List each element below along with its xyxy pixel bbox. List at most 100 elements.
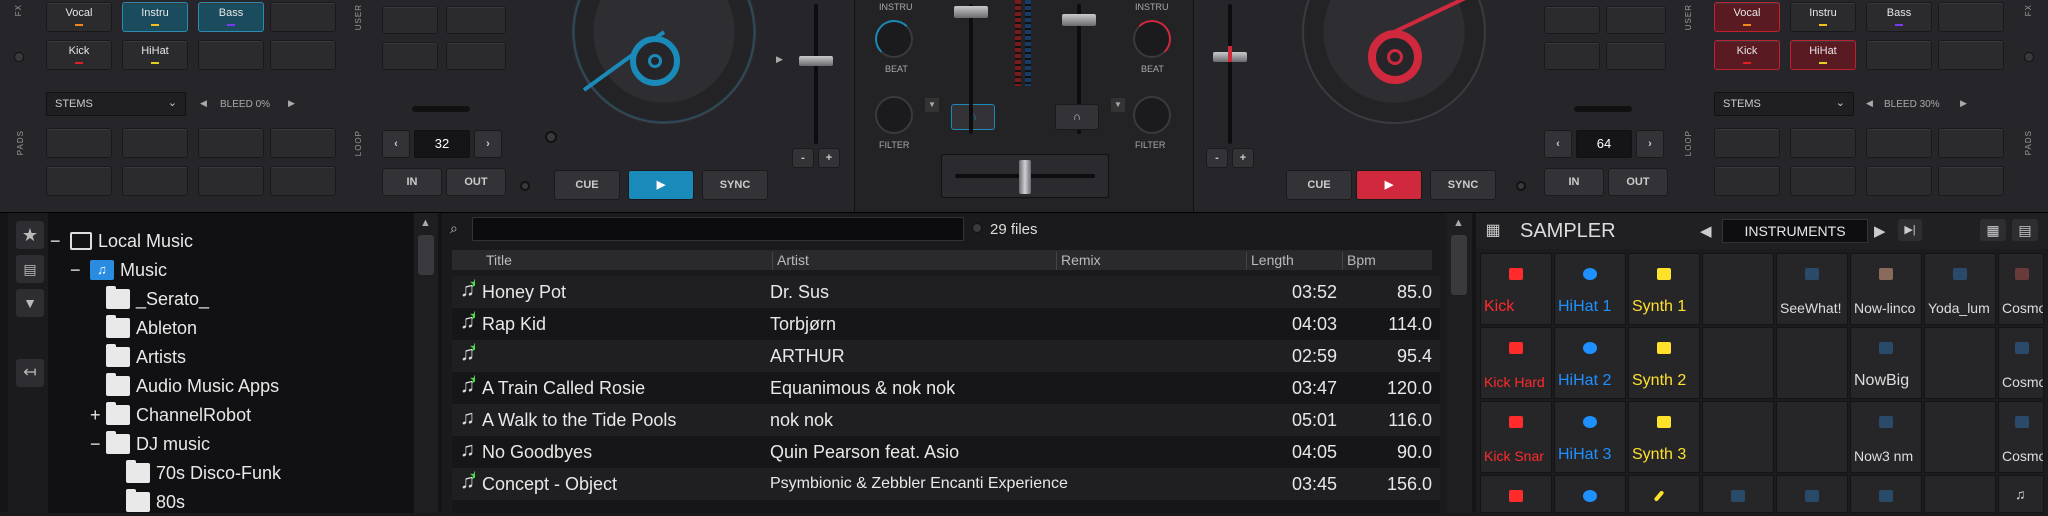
stem-pad-kick[interactable]: Kick	[1714, 40, 1780, 70]
loop-double-button[interactable]: ›	[1636, 130, 1664, 158]
performance-pad[interactable]	[46, 166, 112, 196]
stem-pad-vocal[interactable]: Vocal	[46, 2, 112, 32]
stem-pad-bass[interactable]: Bass	[198, 2, 264, 32]
tree-item[interactable]: 70s Disco-Funk	[126, 459, 281, 487]
sample-pad[interactable]	[1554, 475, 1626, 513]
stem-pad-instru[interactable]: Instru	[122, 2, 188, 32]
empty-pad[interactable]	[1938, 2, 2004, 32]
sample-pad[interactable]: NowBig	[1850, 327, 1922, 399]
user-pad[interactable]	[446, 42, 506, 70]
sample-pad[interactable]	[1702, 253, 1774, 325]
right-settings-dot-icon[interactable]	[1516, 181, 1526, 191]
sample-pad[interactable]	[1628, 475, 1700, 513]
bleed-left-arrow-icon[interactable]: ◀	[200, 98, 207, 109]
left-stems-dropdown[interactable]: STEMS ⌄	[46, 92, 186, 116]
tree-item[interactable]: − ♫ Music	[70, 256, 167, 284]
bleed-left-arrow-icon[interactable]: ◀	[1866, 98, 1873, 109]
column-header-remix[interactable]: Remix	[1056, 252, 1101, 270]
sample-pad[interactable]: HiHat 1	[1554, 253, 1626, 325]
loop-halve-button[interactable]: ‹	[1544, 130, 1572, 158]
sample-pad[interactable]: Kick	[1480, 253, 1552, 325]
tree-expander[interactable]: −	[50, 231, 64, 252]
crossfader-handle[interactable]	[1019, 160, 1031, 194]
loop-in-button[interactable]: IN	[382, 168, 442, 196]
performance-pad[interactable]	[122, 166, 188, 196]
performance-pad[interactable]	[1790, 128, 1856, 158]
scroll-thumb[interactable]	[418, 235, 434, 275]
tree-item[interactable]: − Local Music	[50, 227, 193, 255]
right-sync-button[interactable]: SYNC	[1430, 170, 1496, 200]
performance-pad[interactable]	[1714, 166, 1780, 196]
performance-pad[interactable]	[1866, 128, 1932, 158]
sample-pad[interactable]: Cosmos_	[1998, 401, 2044, 473]
sample-pad[interactable]: SeeWhat!	[1776, 253, 1848, 325]
sample-pad[interactable]	[1924, 475, 1996, 513]
scroll-up-icon[interactable]: ▲	[1453, 217, 1464, 229]
stem-pad-vocal[interactable]: Vocal	[1714, 2, 1780, 32]
user-pad[interactable]	[1544, 6, 1600, 34]
scroll-thumb[interactable]	[1451, 235, 1467, 295]
sampler-menu-icon[interactable]: ▤	[2012, 219, 2038, 241]
user-pad[interactable]	[1606, 42, 1666, 70]
right-play-button[interactable]: ▶	[1356, 170, 1422, 200]
right-filter-knob[interactable]	[1133, 96, 1171, 134]
performance-pad[interactable]	[1938, 166, 2004, 196]
pitch-minus-button[interactable]: -	[1206, 148, 1228, 168]
sample-pad[interactable]	[1702, 475, 1774, 513]
tree-item[interactable]: − DJ music	[90, 430, 210, 458]
right-fx-button[interactable]	[2024, 52, 2034, 62]
performance-pad[interactable]	[1938, 128, 2004, 158]
tree-scrollbar[interactable]: ▲	[414, 213, 438, 513]
pitch-plus-button[interactable]: +	[1232, 148, 1254, 168]
user-pad[interactable]	[1544, 42, 1600, 70]
list-scrollbar[interactable]: ▲	[1446, 213, 1472, 513]
sample-pad[interactable]	[1776, 475, 1848, 513]
performance-pad[interactable]	[122, 128, 188, 158]
category-prev-icon[interactable]: ◀	[1700, 222, 1712, 240]
performance-pad[interactable]	[46, 128, 112, 158]
right-dropdown-arrow-icon[interactable]: ▼	[1111, 98, 1125, 112]
tree-item[interactable]: Ableton	[106, 314, 197, 342]
performance-pad[interactable]	[1866, 166, 1932, 196]
pitch-plus-button[interactable]: +	[818, 148, 840, 168]
left-fx-button[interactable]	[14, 52, 24, 62]
category-selector[interactable]: INSTRUMENTS	[1722, 219, 1868, 243]
sample-pad[interactable]	[1480, 475, 1552, 513]
user-pad[interactable]	[382, 42, 438, 70]
left-play-button[interactable]: ▶	[628, 170, 694, 200]
sample-pad[interactable]: ♫	[1998, 475, 2044, 513]
bleed-right-arrow-icon[interactable]: ▶	[1960, 98, 1967, 109]
loop-in-button[interactable]: IN	[1544, 168, 1604, 196]
right-cue-button[interactable]: CUE	[1286, 170, 1352, 200]
left-settings-dot-icon[interactable]	[520, 181, 530, 191]
sample-pad[interactable]: Synth 3	[1628, 401, 1700, 473]
pitch-minus-button[interactable]: -	[792, 148, 814, 168]
sampler-layout-icon[interactable]: ▦	[1980, 219, 2006, 241]
playlist-icon[interactable]: ▤	[16, 255, 44, 283]
tree-item[interactable]: Audio Music Apps	[106, 372, 279, 400]
performance-pad[interactable]	[198, 128, 264, 158]
performance-pad[interactable]	[270, 128, 336, 158]
tree-expander[interactable]: −	[70, 260, 84, 281]
loop-double-button[interactable]: ›	[474, 130, 502, 158]
table-row[interactable]: ♫ ★ A Train Called Rosie Equanimous & nok…	[452, 372, 1440, 404]
sample-pad[interactable]	[1702, 401, 1774, 473]
sample-pad[interactable]: Kick Snar	[1480, 401, 1552, 473]
category-next-icon[interactable]: ▶	[1874, 222, 1886, 240]
empty-pad[interactable]	[270, 40, 336, 70]
table-row[interactable]: ♫ A Walk to the Tide Pools nok nok 05:01…	[452, 404, 1440, 436]
table-row[interactable]: ♫ No Goodbyes Quin Pearson feat. Asio 04…	[452, 436, 1440, 468]
empty-pad[interactable]	[270, 2, 336, 32]
tree-item[interactable]: _Serato_	[106, 285, 209, 313]
right-stems-dropdown[interactable]: STEMS ⌄	[1714, 92, 1854, 116]
sample-pad[interactable]: Yoda_lum	[1924, 253, 1996, 325]
loop-halve-button[interactable]: ‹	[382, 130, 410, 158]
stem-pad-hihat[interactable]: HiHat	[122, 40, 188, 70]
tree-item[interactable]: + ChannelRobot	[90, 401, 251, 429]
sample-pad[interactable]: Cosmos_	[1998, 253, 2044, 325]
sample-pad[interactable]	[1702, 327, 1774, 399]
left-filter-knob[interactable]	[875, 96, 913, 134]
user-pad[interactable]	[1606, 6, 1666, 34]
sample-pad[interactable]	[1776, 401, 1848, 473]
sample-pad[interactable]: HiHat 3	[1554, 401, 1626, 473]
